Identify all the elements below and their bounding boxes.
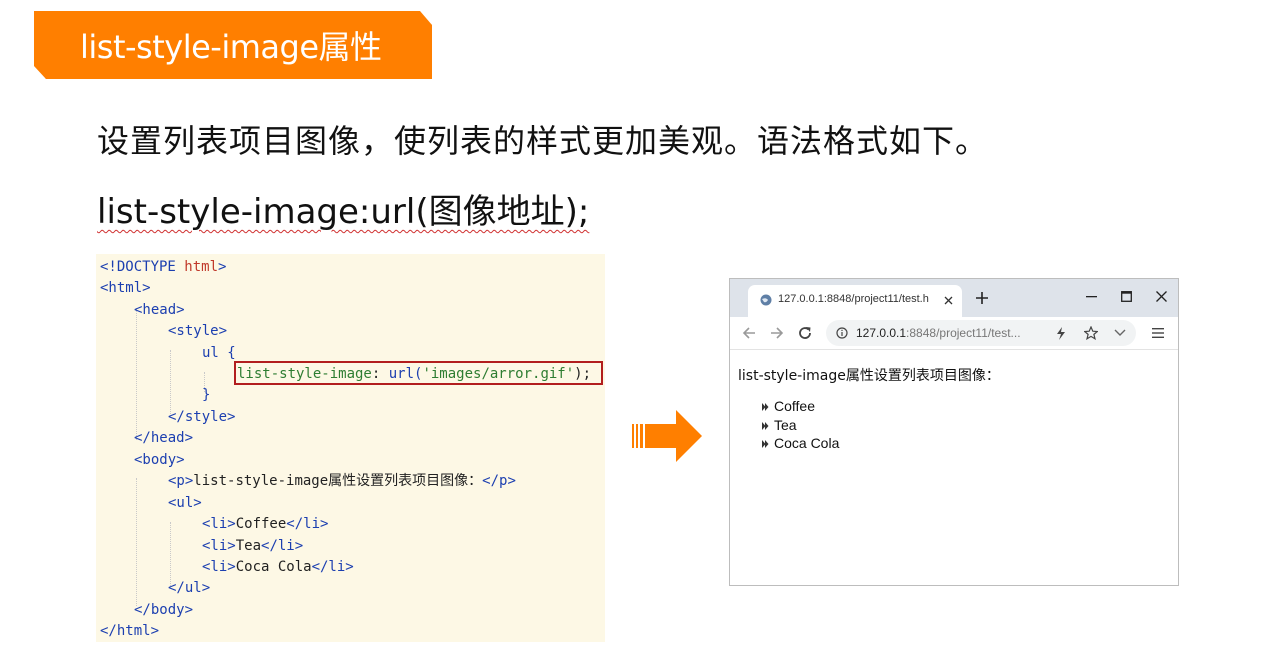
code-line: </html> (100, 623, 160, 639)
code-line: <li>Coca Cola</li> (202, 559, 354, 575)
reload-icon[interactable] (797, 325, 813, 341)
slide-description: 设置列表项目图像，使列表的样式更加美观。语法格式如下。 (97, 122, 989, 160)
code-line: ul { (202, 345, 236, 361)
arrow-right-icon (632, 410, 702, 462)
code-line: </style> (168, 409, 236, 425)
chevron-down-icon[interactable] (1114, 329, 1126, 337)
maximize-icon[interactable] (1121, 291, 1132, 302)
code-line: </ul> (168, 580, 211, 596)
arrow-bullet-icon (762, 403, 769, 411)
back-icon[interactable] (742, 326, 756, 340)
code-line: <p>list-style-image属性设置列表项目图像：</p> (168, 473, 516, 489)
code-line: <html> (100, 280, 151, 296)
code-line: <ul> (168, 495, 202, 511)
arrow-bullet-icon (762, 440, 769, 448)
lightning-icon[interactable] (1056, 327, 1066, 340)
tab-bar: 127.0.0.1:8848/project11/test.h (730, 279, 1178, 317)
close-window-icon[interactable] (1156, 291, 1167, 302)
code-panel: <!DOCTYPE html> <html> <head> <style> ul… (96, 254, 605, 642)
browser-toolbar: 127.0.0.1:8848/project11/test... (730, 317, 1178, 350)
code-line: <style> (168, 323, 228, 339)
address-bar[interactable]: 127.0.0.1:8848/project11/test... (826, 320, 1136, 346)
browser-tab[interactable]: 127.0.0.1:8848/project11/test.h (748, 285, 962, 317)
indent-guide (170, 522, 171, 586)
code-line: } (202, 387, 211, 403)
arrow-bullet-icon (762, 422, 769, 430)
code-line: <body> (134, 452, 185, 468)
minimize-icon[interactable] (1086, 296, 1097, 298)
syntax-text: list-style-image:url(图像地址); (97, 192, 590, 232)
star-icon[interactable] (1084, 326, 1098, 340)
list-item: Tea (762, 417, 797, 433)
code-line: <li>Tea</li> (202, 538, 304, 554)
indent-guide (136, 308, 137, 440)
indent-guide (136, 478, 137, 606)
menu-icon[interactable] (1152, 327, 1164, 339)
address-text: 127.0.0.1:8848/project11/test... (856, 326, 1021, 340)
forward-icon[interactable] (770, 326, 784, 340)
browser-window: 127.0.0.1:8848/project11/test.h 127.0.0.… (729, 278, 1179, 586)
code-line: <li>Coffee</li> (202, 516, 329, 532)
new-tab-icon[interactable] (976, 292, 988, 304)
page-paragraph: list-style-image属性设置列表项目图像： (738, 368, 1000, 384)
highlight-box (234, 361, 603, 385)
info-icon[interactable] (836, 327, 848, 339)
tab-title: 127.0.0.1:8848/project11/test.h (778, 293, 929, 305)
globe-icon (760, 294, 772, 306)
slide-title: list-style-image属性 (80, 28, 382, 66)
code-line: <!DOCTYPE html> (100, 259, 227, 275)
list-item: Coffee (762, 398, 815, 414)
indent-guide (170, 350, 171, 414)
code-line: </head> (134, 430, 194, 446)
browser-page: list-style-image属性设置列表项目图像： Coffee Tea C… (730, 351, 1178, 585)
list-item: Coca Cola (762, 435, 839, 451)
close-tab-icon[interactable] (944, 296, 953, 305)
code-line: </body> (134, 602, 194, 618)
syntax-line: list-style-image:url(图像地址); (97, 184, 589, 233)
code-line: <head> (134, 302, 185, 318)
